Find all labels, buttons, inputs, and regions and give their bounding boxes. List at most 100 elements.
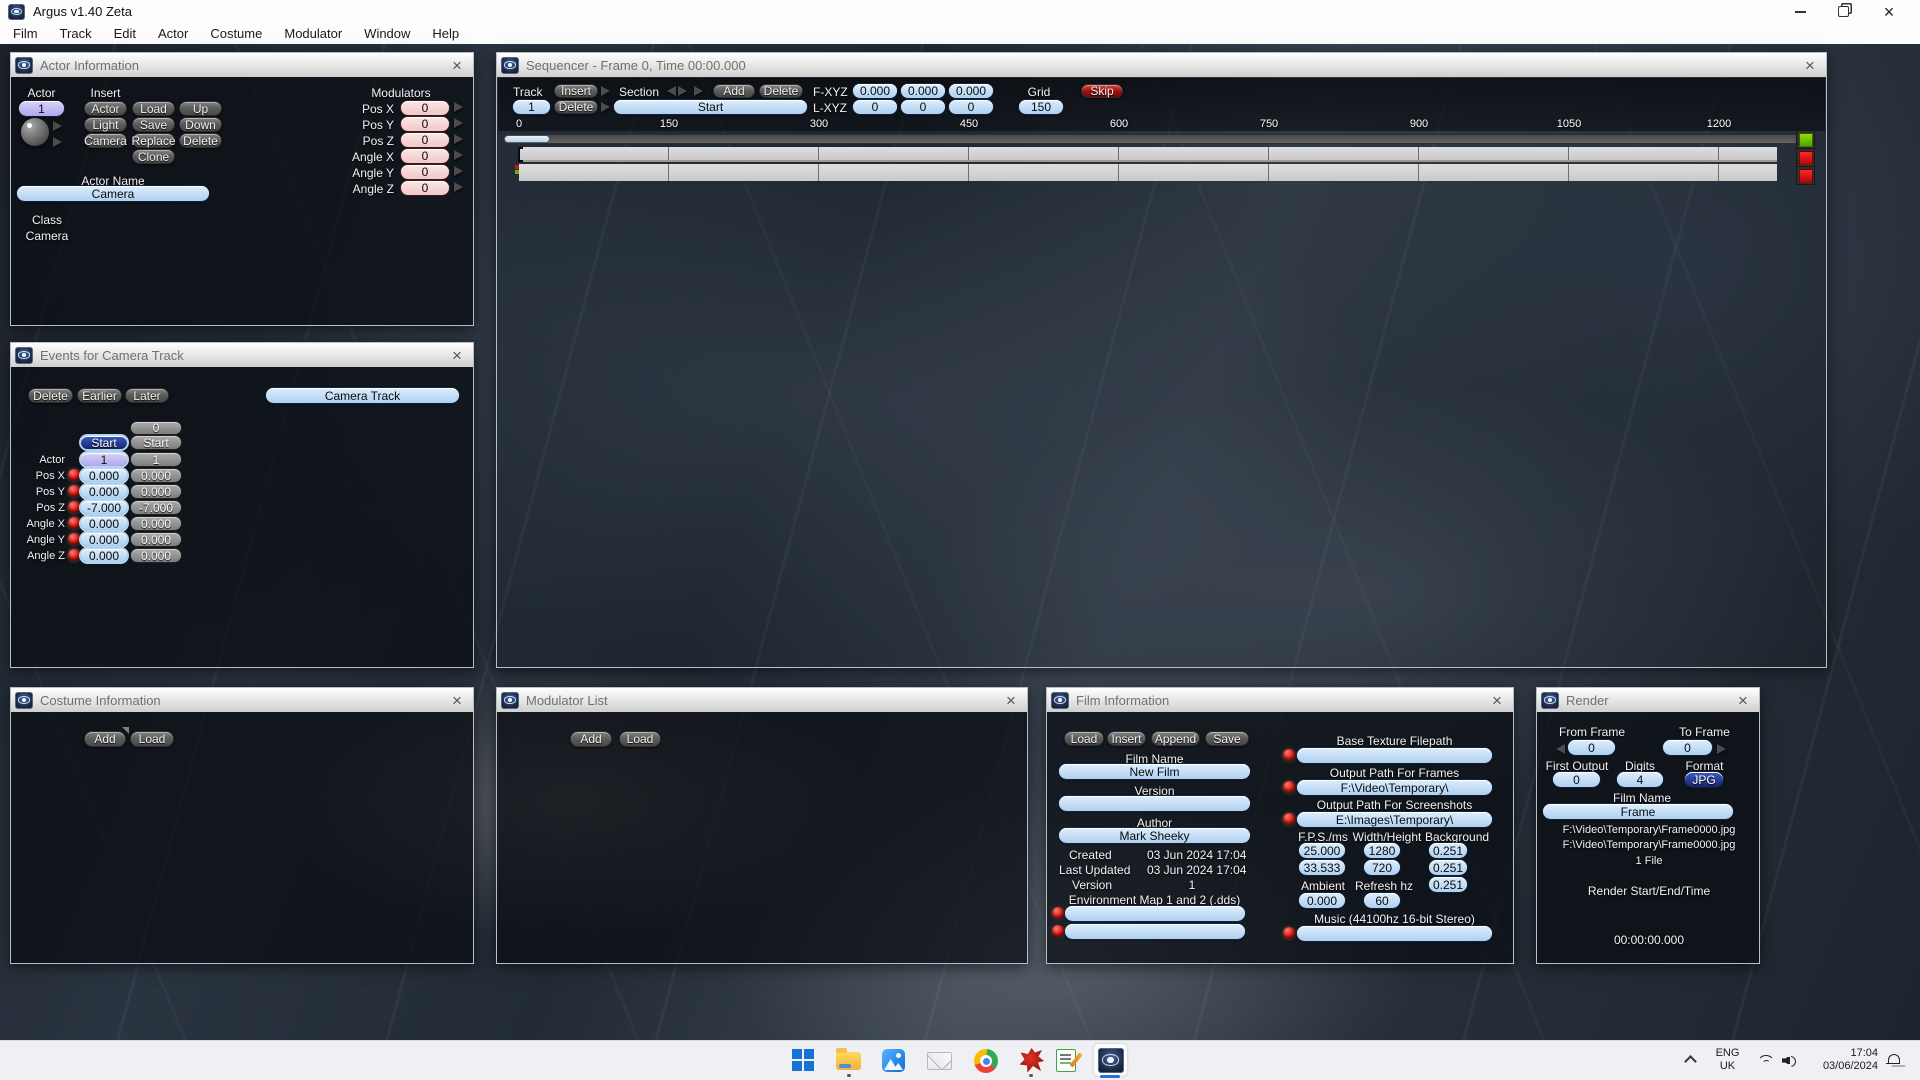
render-titlebar[interactable]: Render [1537,688,1759,712]
background-field[interactable]: 0.251 [1429,860,1467,875]
screens-path-field[interactable]: E:\Images\Temporary\ [1297,812,1492,827]
film-save-button[interactable]: Save [1205,731,1249,746]
event-record-dot[interactable] [68,517,80,529]
close-icon[interactable] [1802,57,1818,73]
replace-button[interactable]: Replace [132,133,175,148]
actor-information-titlebar[interactable]: Actor Information [11,53,473,77]
event-delete-button[interactable]: Delete [28,388,73,403]
to-frame-field[interactable]: 0 [1663,740,1712,755]
track-number-field[interactable]: 1 [513,100,550,114]
lxyz-z-field[interactable]: 0 [949,100,993,114]
render-film-name-field[interactable]: Frame [1543,804,1733,819]
scrollbar-thumb[interactable] [505,136,549,142]
event-record-dot[interactable] [68,533,80,545]
menu-edit[interactable]: Edit [103,23,147,44]
event-cell[interactable]: 0.000 [81,549,127,562]
section-arrow-icon[interactable] [678,86,692,96]
event-cell[interactable]: 0.000 [131,469,181,482]
to-frame-arrow-icon[interactable] [1717,744,1731,754]
modulator-anglex-field[interactable]: 0 [401,149,449,163]
close-icon[interactable] [449,57,465,73]
event-later-button[interactable]: Later [125,388,169,403]
fps-field[interactable]: 25.000 [1299,843,1345,858]
modulator-posz-field[interactable]: 0 [401,133,449,147]
sequencer-titlebar[interactable]: Sequencer - Frame 0, Time 00:00.000 [497,53,1826,77]
menu-film[interactable]: Film [2,23,49,44]
section-name-field[interactable]: Start [614,100,807,114]
text-editor-icon[interactable] [1056,1049,1076,1072]
event-earlier-button[interactable]: Earlier [77,388,122,403]
timeline-green-toggle[interactable] [1796,130,1815,149]
path-record-dot[interactable] [1283,781,1295,793]
modulator-arrow-icon[interactable] [454,166,468,176]
mail-icon[interactable] [927,1052,952,1070]
skip-button[interactable]: Skip [1081,84,1123,98]
modulator-arrow-icon[interactable] [454,118,468,128]
event-cell[interactable]: 0.000 [81,485,127,498]
event-cell[interactable]: -7.000 [131,501,181,514]
event-record-dot[interactable] [68,549,80,561]
insert-actor-button[interactable]: Actor [84,101,127,116]
event-cell[interactable]: 0.000 [131,549,181,562]
lxyz-x-field[interactable]: 0 [853,100,897,114]
event-cell[interactable]: 0.000 [131,517,181,530]
timeline-track-row[interactable] [519,164,1777,181]
insert-light-button[interactable]: Light [84,117,127,132]
music-field[interactable] [1297,926,1492,941]
background-field[interactable]: 0.251 [1429,877,1467,892]
menu-modulator[interactable]: Modulator [273,23,353,44]
section-next-arrow-icon[interactable] [694,86,708,96]
film-load-button[interactable]: Load [1064,731,1104,746]
envmap1-field[interactable] [1065,906,1245,921]
modulator-anglez-field[interactable]: 0 [401,181,449,195]
close-icon[interactable] [449,692,465,708]
delete-button[interactable]: Delete [179,133,222,148]
menu-window[interactable]: Window [353,23,421,44]
timeline-scrollbar[interactable] [503,134,1805,144]
track-arrow-icon[interactable] [601,102,615,112]
path-record-dot[interactable] [1283,749,1295,761]
music-record-dot[interactable] [1283,927,1295,939]
costume-load-button[interactable]: Load [130,731,174,747]
fxyz-z-field[interactable]: 0.000 [949,84,993,98]
envmap2-field[interactable] [1065,924,1245,939]
insert-camera-button[interactable]: Camera [84,133,127,148]
menu-costume[interactable]: Costume [199,23,273,44]
language-indicator[interactable]: ENG UK [1705,1047,1750,1073]
film-append-button[interactable]: Append [1151,731,1200,746]
down-button[interactable]: Down [179,117,222,132]
photos-icon[interactable] [882,1049,905,1072]
close-icon[interactable] [1003,692,1019,708]
up-button[interactable]: Up [179,101,222,116]
author-field[interactable]: Mark Sheeky [1059,828,1250,843]
film-name-field[interactable]: New Film [1059,764,1250,779]
actor-select-knob[interactable] [21,118,49,146]
modulator-add-button[interactable]: Add [570,731,612,747]
from-frame-arrow-icon[interactable] [1551,744,1565,754]
clock[interactable]: 17:04 03/06/2024 [1788,1047,1878,1073]
tray-expand-chevron-icon[interactable] [1686,1057,1695,1066]
fxyz-y-field[interactable]: 0.000 [901,84,945,98]
film-insert-button[interactable]: Insert [1107,731,1146,746]
version-field[interactable] [1059,796,1250,811]
format-field[interactable]: JPG [1685,772,1723,787]
modulator-load-button[interactable]: Load [619,731,661,747]
event-cell[interactable]: 0.000 [81,517,127,530]
clone-button[interactable]: Clone [132,149,175,164]
actor-number-field[interactable]: 1 [19,101,64,116]
film-information-titlebar[interactable]: Film Information [1047,688,1513,712]
event-cell[interactable]: 0.000 [81,533,127,546]
path-record-dot[interactable] [1283,813,1295,825]
fxyz-x-field[interactable]: 0.000 [853,84,897,98]
event-start-cell[interactable]: Start [131,436,181,449]
event-cell[interactable]: 0.000 [131,533,181,546]
save-button[interactable]: Save [132,117,175,132]
menu-help[interactable]: Help [421,23,470,44]
grid-field[interactable]: 150 [1019,100,1063,114]
file-explorer-icon[interactable] [836,1052,861,1070]
costume-titlebar[interactable]: Costume Information [11,688,473,712]
from-frame-field[interactable]: 0 [1568,740,1615,755]
width-field[interactable]: 1280 [1364,843,1400,858]
notification-bell-icon[interactable] [1887,1054,1900,1067]
argus-taskbar-icon[interactable] [1094,1044,1127,1076]
